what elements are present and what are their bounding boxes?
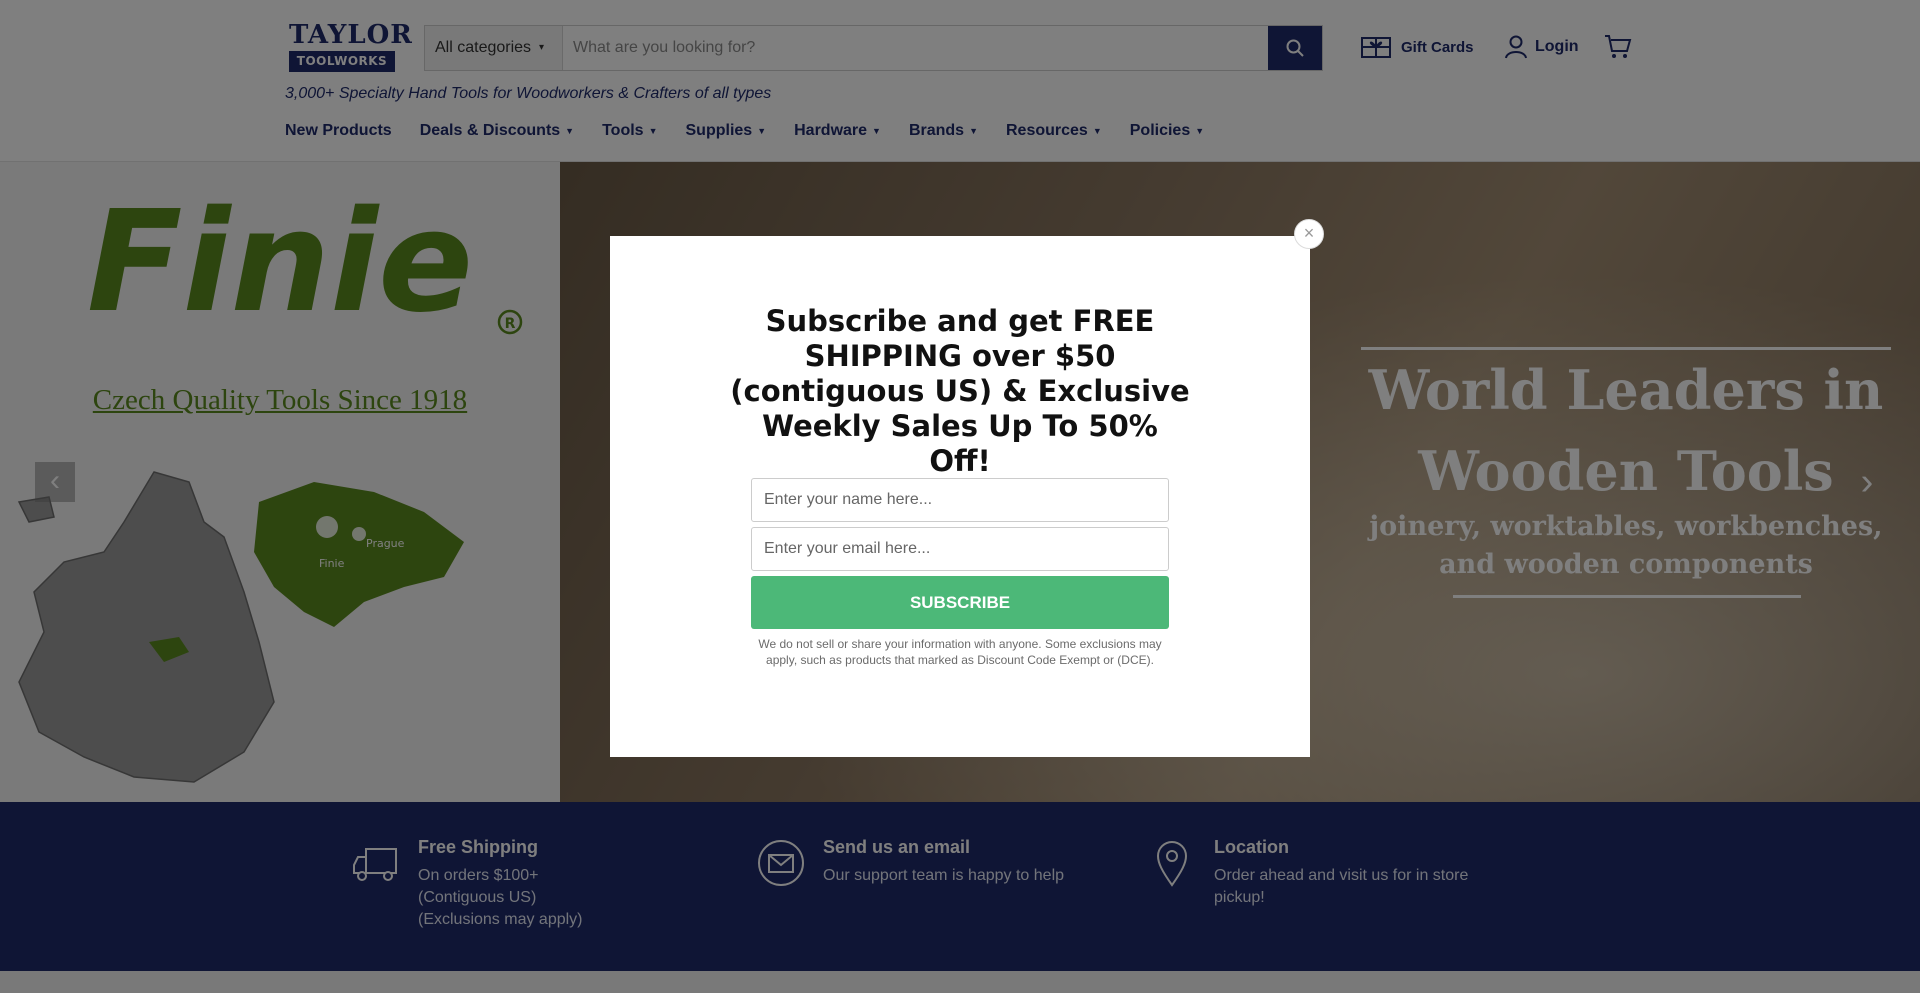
modal-close-button[interactable]: × bbox=[1294, 219, 1324, 249]
privacy-note: We do not sell or share your information… bbox=[758, 637, 1162, 667]
subscribe-button[interactable]: SUBSCRIBE bbox=[751, 576, 1169, 629]
name-field[interactable] bbox=[751, 478, 1169, 522]
modal-title: Subscribe and get FREE SHIPPING over $50… bbox=[730, 304, 1190, 478]
email-field[interactable] bbox=[751, 527, 1169, 571]
close-icon: × bbox=[1303, 223, 1315, 243]
